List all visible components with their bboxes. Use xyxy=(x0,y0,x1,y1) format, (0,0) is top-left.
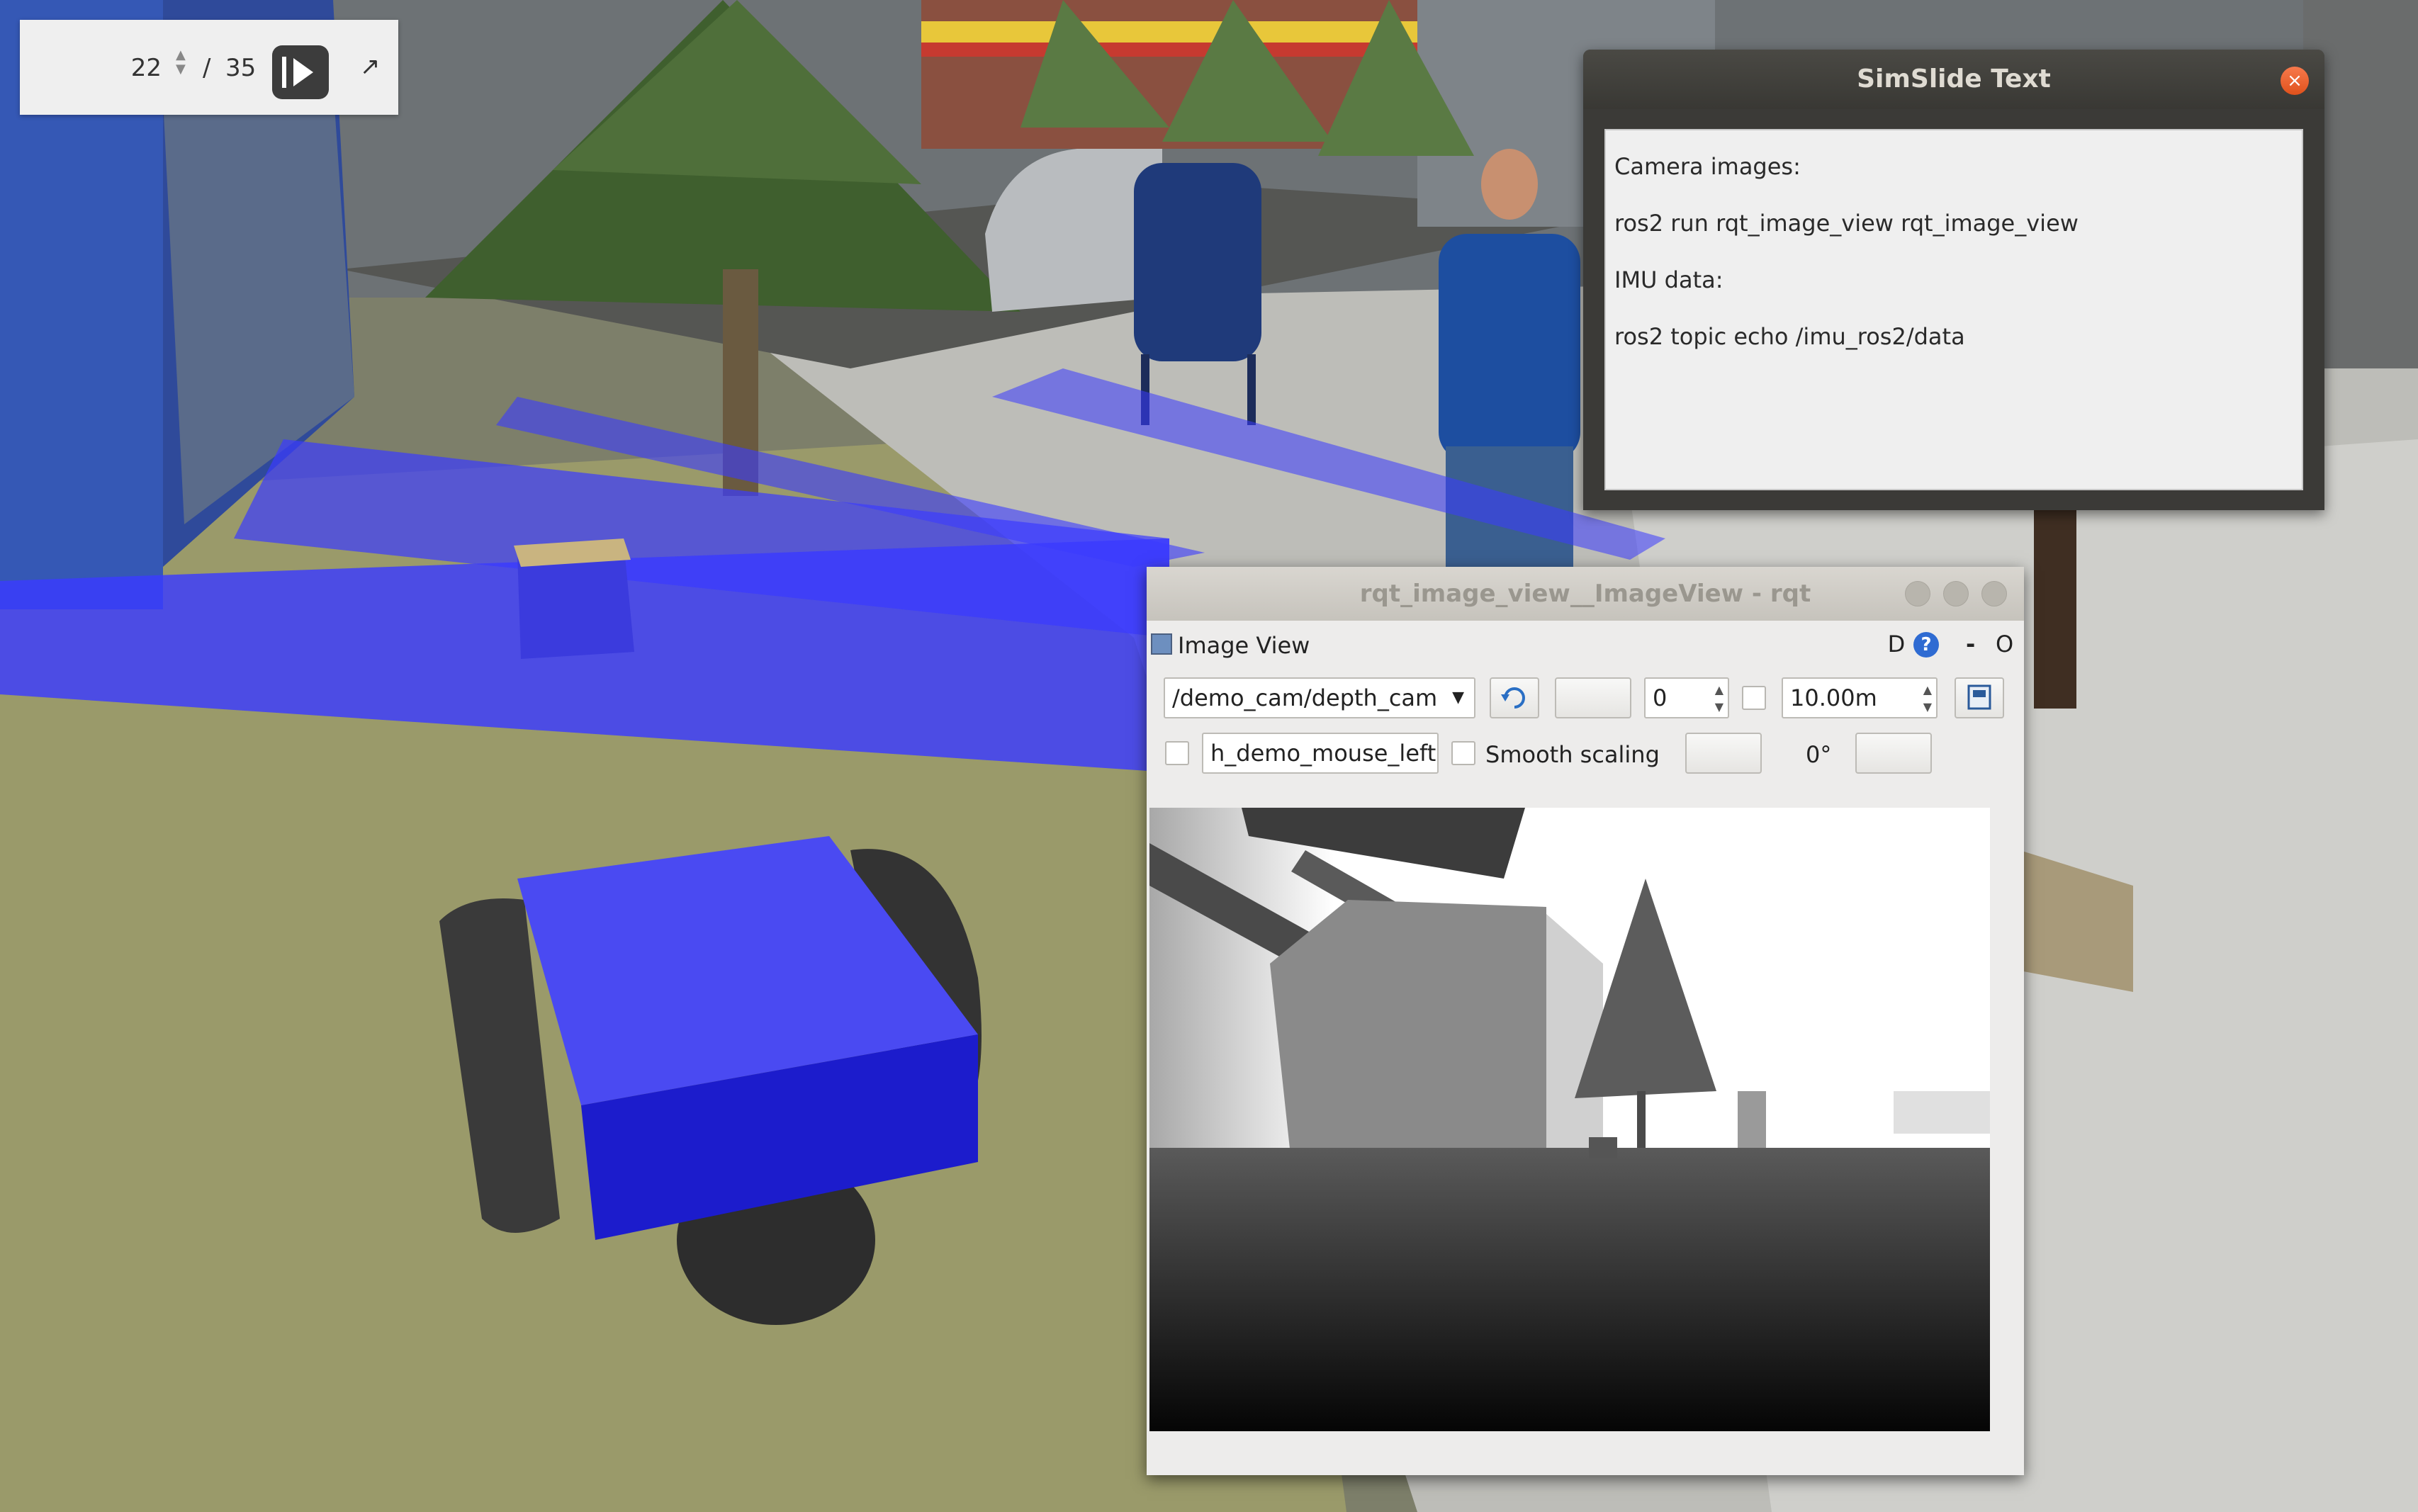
text-line: Camera images: xyxy=(1614,153,1801,180)
play-icon xyxy=(293,58,313,86)
text-line: ros2 topic echo /imu_ros2/data xyxy=(1614,323,1965,350)
blank-button[interactable] xyxy=(1555,677,1631,718)
minimize-button[interactable] xyxy=(1905,581,1930,607)
simslide-text-body: Camera images: ros2 run rqt_image_view r… xyxy=(1604,129,2303,490)
help-icon[interactable]: ? xyxy=(1913,632,1939,658)
topic-select-value: /demo_cam/depth_cam xyxy=(1172,684,1438,711)
pedestrian xyxy=(1481,149,1538,220)
publish-click-checkbox[interactable] xyxy=(1165,741,1189,765)
d-button[interactable]: D xyxy=(1884,631,1909,659)
rotate-left-button[interactable] xyxy=(1685,733,1762,774)
plugin-header: Image View D ? - O xyxy=(1147,628,2024,663)
depth-image-canvas[interactable] xyxy=(1149,808,1990,1431)
rotate-right-button[interactable] xyxy=(1855,733,1932,774)
topic-select[interactable]: /demo_cam/depth_cam ▼ xyxy=(1164,677,1475,718)
spinner-arrows-icon[interactable]: ▲ ▼ xyxy=(1923,682,1932,716)
slide-separator: / xyxy=(203,54,211,82)
depth-image xyxy=(1149,808,1990,1431)
min-depth-spinbox[interactable]: 0 ▲ ▼ xyxy=(1644,677,1729,718)
next-slide-button[interactable] xyxy=(272,45,329,99)
o-button[interactable]: O xyxy=(1996,631,2013,658)
rqt-image-view-window: rqt_image_view__ImageView - rqt Image Vi… xyxy=(1147,567,2024,1475)
smooth-scaling-label: Smooth scaling xyxy=(1485,741,1660,768)
save-image-button[interactable] xyxy=(1955,677,2004,718)
refresh-topics-button[interactable] xyxy=(1490,677,1539,718)
total-slides: 35 xyxy=(225,54,257,82)
text-line: IMU data: xyxy=(1614,266,1723,293)
text-line: ros2 run rqt_image_view rqt_image_view xyxy=(1614,210,2079,237)
min-depth-value: 0 xyxy=(1653,684,1668,711)
image-view-icon xyxy=(1151,633,1172,655)
floor-gradient xyxy=(1149,1148,1990,1431)
refresh-icon xyxy=(1501,687,1525,709)
simslide-text-window: SimSlide Text × Camera images: ros2 run … xyxy=(1583,50,2324,510)
simslide-title[interactable]: SimSlide Text xyxy=(1583,50,2324,109)
max-depth-value: 10.00m xyxy=(1790,684,1877,711)
popout-icon[interactable]: ↗ xyxy=(360,52,381,81)
slide-controller: 22 ▲ ▼ / 35 ↗ xyxy=(20,20,398,115)
chevron-down-icon: ▼ xyxy=(1452,689,1464,706)
mouse-topic-field[interactable]: h_demo_mouse_left xyxy=(1202,733,1439,774)
plugin-label: Image View xyxy=(1178,632,1310,659)
current-slide-number[interactable]: 22 xyxy=(112,54,162,82)
close-window-button[interactable]: × xyxy=(2281,67,2309,95)
dynamic-range-checkbox[interactable] xyxy=(1742,686,1766,710)
window-close-button[interactable] xyxy=(1981,581,2007,607)
rqt-title[interactable]: rqt_image_view__ImageView - rqt xyxy=(1147,567,2024,621)
building-silhouette xyxy=(1270,900,1546,1162)
slide-spinner-arrows-icon[interactable]: ▲ ▼ xyxy=(176,48,186,77)
smooth-scaling-checkbox[interactable] xyxy=(1451,741,1475,765)
rotation-value: 0° xyxy=(1806,741,1832,768)
spinner-arrows-icon[interactable]: ▲ ▼ xyxy=(1715,682,1723,716)
mouse-topic-value: h_demo_mouse_left xyxy=(1210,740,1436,767)
save-image-icon xyxy=(1967,684,1991,710)
max-depth-spinbox[interactable]: 10.00m ▲ ▼ xyxy=(1782,677,1938,718)
dash-button[interactable]: - xyxy=(1966,631,1975,658)
maximize-button[interactable] xyxy=(1943,581,1969,607)
mailbox xyxy=(1134,163,1261,361)
